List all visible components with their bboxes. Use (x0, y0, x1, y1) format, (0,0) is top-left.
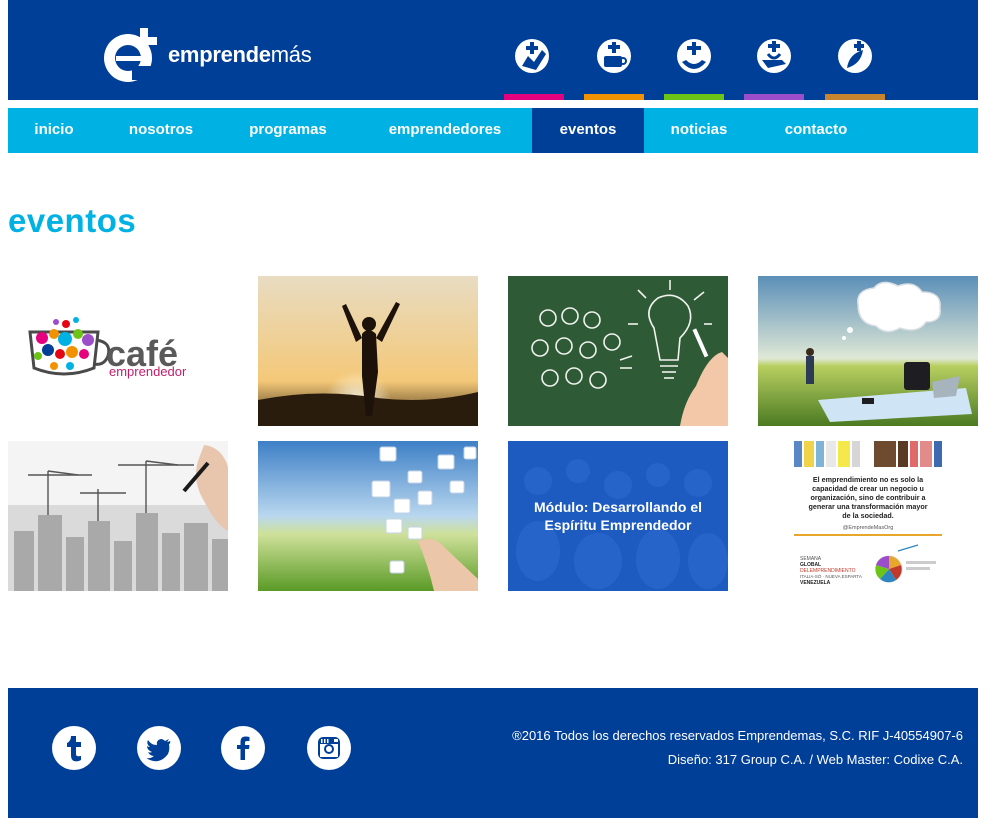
nav-nosotros[interactable]: nosotros (108, 108, 214, 153)
footer-copyright: ®2016 Todos los derechos reservados Empr… (512, 728, 963, 743)
site-header: emprendemás (8, 0, 978, 100)
logo-icon (102, 26, 160, 84)
category-bar (664, 94, 724, 100)
tumblr-icon[interactable] (52, 726, 96, 770)
poster-quote-line-2: capacidad de crear un negocio u (812, 484, 924, 493)
poster-event-line: VENEZUELA (800, 580, 831, 586)
category-bar (744, 94, 804, 100)
category-environment[interactable] (825, 36, 885, 100)
category-bar (825, 94, 885, 100)
cup-plus-icon (594, 36, 634, 76)
poster-event-line: ITALIA-SÓ · NUEVA ESPARTA (800, 573, 862, 579)
puzzle-sky-image (258, 441, 478, 591)
city-sketch-image (8, 441, 228, 591)
category-coffee[interactable] (584, 36, 644, 100)
category-entrepreneurship[interactable] (504, 36, 564, 100)
lightbulbs-chalkboard-image (508, 276, 728, 426)
event-tile-silhouette-sunset[interactable] (258, 276, 478, 426)
footer-credits: Diseño: 317 Group C.A. / Web Master: Cod… (667, 752, 963, 767)
businessman-field-image (758, 276, 978, 426)
logo-text: emprendemás (168, 42, 312, 68)
nav-noticias[interactable]: noticias (654, 108, 744, 153)
hand-heart-plus-icon (754, 36, 794, 76)
semana-global-poster: El emprendimiento no es solo la capacida… (793, 441, 943, 591)
poster-quote-line-3: organización, sino de contribuir a (810, 493, 926, 502)
event-tile-modulo-espiritu[interactable]: Módulo: Desarrollando el Espíritu Empren… (508, 441, 728, 591)
nav-inicio[interactable]: inicio (8, 108, 100, 153)
main-nav: inicio nosotros programas emprendedores … (8, 108, 978, 153)
category-bar (584, 94, 644, 100)
category-community[interactable] (664, 36, 724, 100)
category-social[interactable] (744, 36, 804, 100)
event-tile-businessman-field[interactable] (758, 276, 978, 426)
page-title: eventos (8, 202, 137, 239)
site-footer: ®2016 Todos los derechos reservados Empr… (8, 688, 978, 818)
poster-quote-line-5: de la sociedad. (842, 511, 894, 520)
cafe-logo-sub: emprendedor (109, 364, 187, 379)
event-tile-lightbulbs-chalkboard[interactable] (508, 276, 728, 426)
nav-programas[interactable]: programas (230, 108, 346, 153)
event-tile-puzzle-sky[interactable] (258, 441, 478, 591)
event-tile-semana-global[interactable]: El emprendimiento no es solo la capacida… (758, 441, 978, 591)
logo-accent: más (270, 42, 312, 67)
event-tile-city-sketch[interactable] (8, 441, 228, 591)
modulo-caption: Módulo: Desarrollando el Espíritu Empren… (533, 499, 702, 533)
hand-plus-icon (514, 36, 554, 76)
poster-handle: @EmprendeMasOrg (843, 525, 894, 531)
logo[interactable]: emprendemás (102, 26, 312, 84)
nav-emprendedores[interactable]: emprendedores (370, 108, 520, 153)
event-tile-cafe-emprendedor[interactable]: café emprendedor (8, 276, 228, 426)
instagram-icon[interactable] (307, 726, 351, 770)
silhouette-sunset-image (258, 276, 478, 426)
cafe-emprendedor-logo: café emprendedor (28, 317, 187, 379)
nav-eventos[interactable]: eventos (532, 108, 644, 153)
poster-quote-line-1: El emprendimiento no es solo la (813, 475, 924, 484)
poster-quote-line-4: generar una transformación mayor (808, 502, 927, 511)
facebook-icon[interactable] (221, 726, 265, 770)
logo-name: emprende (168, 42, 271, 67)
nav-contacto[interactable]: contacto (766, 108, 866, 153)
category-bar (504, 94, 564, 100)
hands-plus-icon (674, 36, 714, 76)
leaf-plus-icon (835, 36, 875, 76)
twitter-icon[interactable] (137, 726, 181, 770)
